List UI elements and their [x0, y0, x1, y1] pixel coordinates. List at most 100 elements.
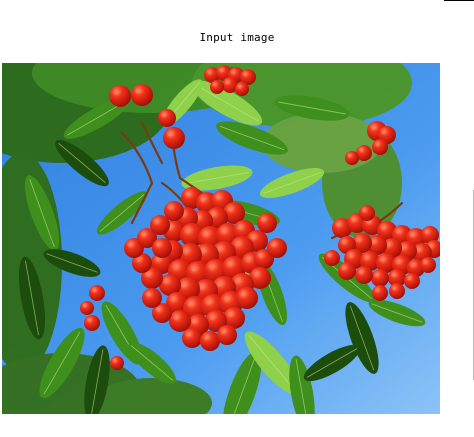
- berry-highlight: [173, 264, 179, 270]
- berry: [169, 310, 191, 332]
- berry: [152, 238, 172, 258]
- berry-highlight: [141, 232, 146, 237]
- berry-highlight: [170, 296, 176, 302]
- berry: [404, 273, 420, 289]
- berry-highlight: [209, 314, 215, 320]
- berry-highlight: [113, 359, 117, 363]
- berry-highlight: [227, 206, 233, 212]
- berry-highlight: [358, 269, 363, 274]
- berry-highlight: [235, 241, 241, 247]
- berry-highlight: [206, 299, 212, 305]
- berry: [420, 257, 436, 273]
- berry-highlight: [392, 286, 396, 290]
- berry: [389, 283, 405, 299]
- berry: [163, 127, 185, 149]
- berry-highlight: [215, 194, 221, 200]
- berry: [158, 109, 176, 127]
- berry-highlight: [221, 329, 226, 334]
- berry-highlight: [225, 80, 229, 84]
- berry-highlight: [375, 142, 379, 146]
- berry-highlight: [243, 72, 247, 76]
- berry-highlight: [168, 205, 173, 210]
- berry-highlight: [237, 224, 243, 230]
- berry-highlight: [185, 191, 191, 197]
- berry-highlight: [156, 307, 161, 312]
- berry-highlight: [163, 278, 169, 284]
- berry: [257, 213, 277, 233]
- berry-highlight: [238, 85, 242, 89]
- berry-highlight: [200, 196, 206, 202]
- berry: [267, 238, 287, 258]
- berry: [182, 328, 202, 348]
- berry: [142, 288, 162, 308]
- berry-highlight: [203, 231, 209, 237]
- figure-window: Input image: [0, 0, 474, 437]
- berry-highlight: [327, 253, 331, 257]
- berry-highlight: [348, 154, 352, 158]
- berry: [372, 139, 388, 155]
- rowan-berries-image: [2, 63, 440, 414]
- berry: [200, 331, 220, 351]
- berry-highlight: [204, 335, 209, 340]
- berry: [80, 301, 94, 315]
- berry: [131, 84, 153, 106]
- berry: [338, 262, 356, 280]
- berry-highlight: [219, 68, 223, 72]
- berry: [235, 82, 249, 96]
- berry-highlight: [217, 281, 223, 287]
- berry-highlight: [221, 228, 227, 234]
- berry-highlight: [410, 262, 415, 267]
- berry-highlight: [173, 314, 179, 320]
- berry-highlight: [341, 239, 346, 244]
- berry: [150, 215, 170, 235]
- berry-highlight: [336, 222, 341, 227]
- berry-highlight: [156, 242, 161, 247]
- berry: [355, 266, 373, 284]
- berry-highlight: [209, 264, 215, 270]
- window-edge-line: [444, 0, 474, 1]
- berry-highlight: [128, 242, 133, 247]
- berry-highlight: [92, 288, 96, 292]
- berry-highlight: [227, 311, 233, 317]
- berry-highlight: [207, 70, 211, 74]
- berry-highlight: [424, 229, 429, 234]
- berry: [345, 151, 359, 165]
- berry-highlight: [185, 228, 191, 234]
- berry-highlight: [371, 125, 376, 130]
- berry-highlight: [410, 232, 415, 237]
- berry: [89, 285, 105, 301]
- berry-highlight: [391, 272, 396, 277]
- berry-highlight: [213, 83, 217, 87]
- berry-highlight: [261, 217, 266, 222]
- berry-highlight: [235, 278, 241, 284]
- berry-highlight: [271, 242, 276, 247]
- berry-highlight: [423, 260, 427, 264]
- berry: [84, 315, 100, 331]
- berry-highlight: [258, 253, 263, 258]
- berry-highlight: [348, 253, 353, 258]
- berry-highlight: [381, 225, 386, 230]
- berry: [236, 287, 258, 309]
- berry-highlight: [359, 148, 363, 152]
- berry-highlight: [396, 259, 401, 264]
- berry: [110, 356, 124, 370]
- image-axes: [2, 63, 440, 414]
- berry: [324, 250, 340, 266]
- berry-highlight: [183, 248, 189, 254]
- berry-highlight: [181, 282, 187, 288]
- berry-highlight: [191, 266, 197, 272]
- berry-highlight: [407, 276, 411, 280]
- berry-highlight: [227, 261, 233, 267]
- berry: [359, 205, 375, 221]
- berry-highlight: [380, 257, 385, 262]
- berry-highlight: [161, 112, 166, 117]
- berry-highlight: [87, 318, 91, 322]
- berry-highlight: [231, 70, 235, 74]
- berry: [210, 80, 224, 94]
- berry-highlight: [154, 219, 159, 224]
- berry: [217, 325, 237, 345]
- berry-highlight: [135, 88, 141, 94]
- berry-highlight: [136, 257, 141, 262]
- berry-highlight: [374, 272, 379, 277]
- berry-highlight: [375, 288, 379, 292]
